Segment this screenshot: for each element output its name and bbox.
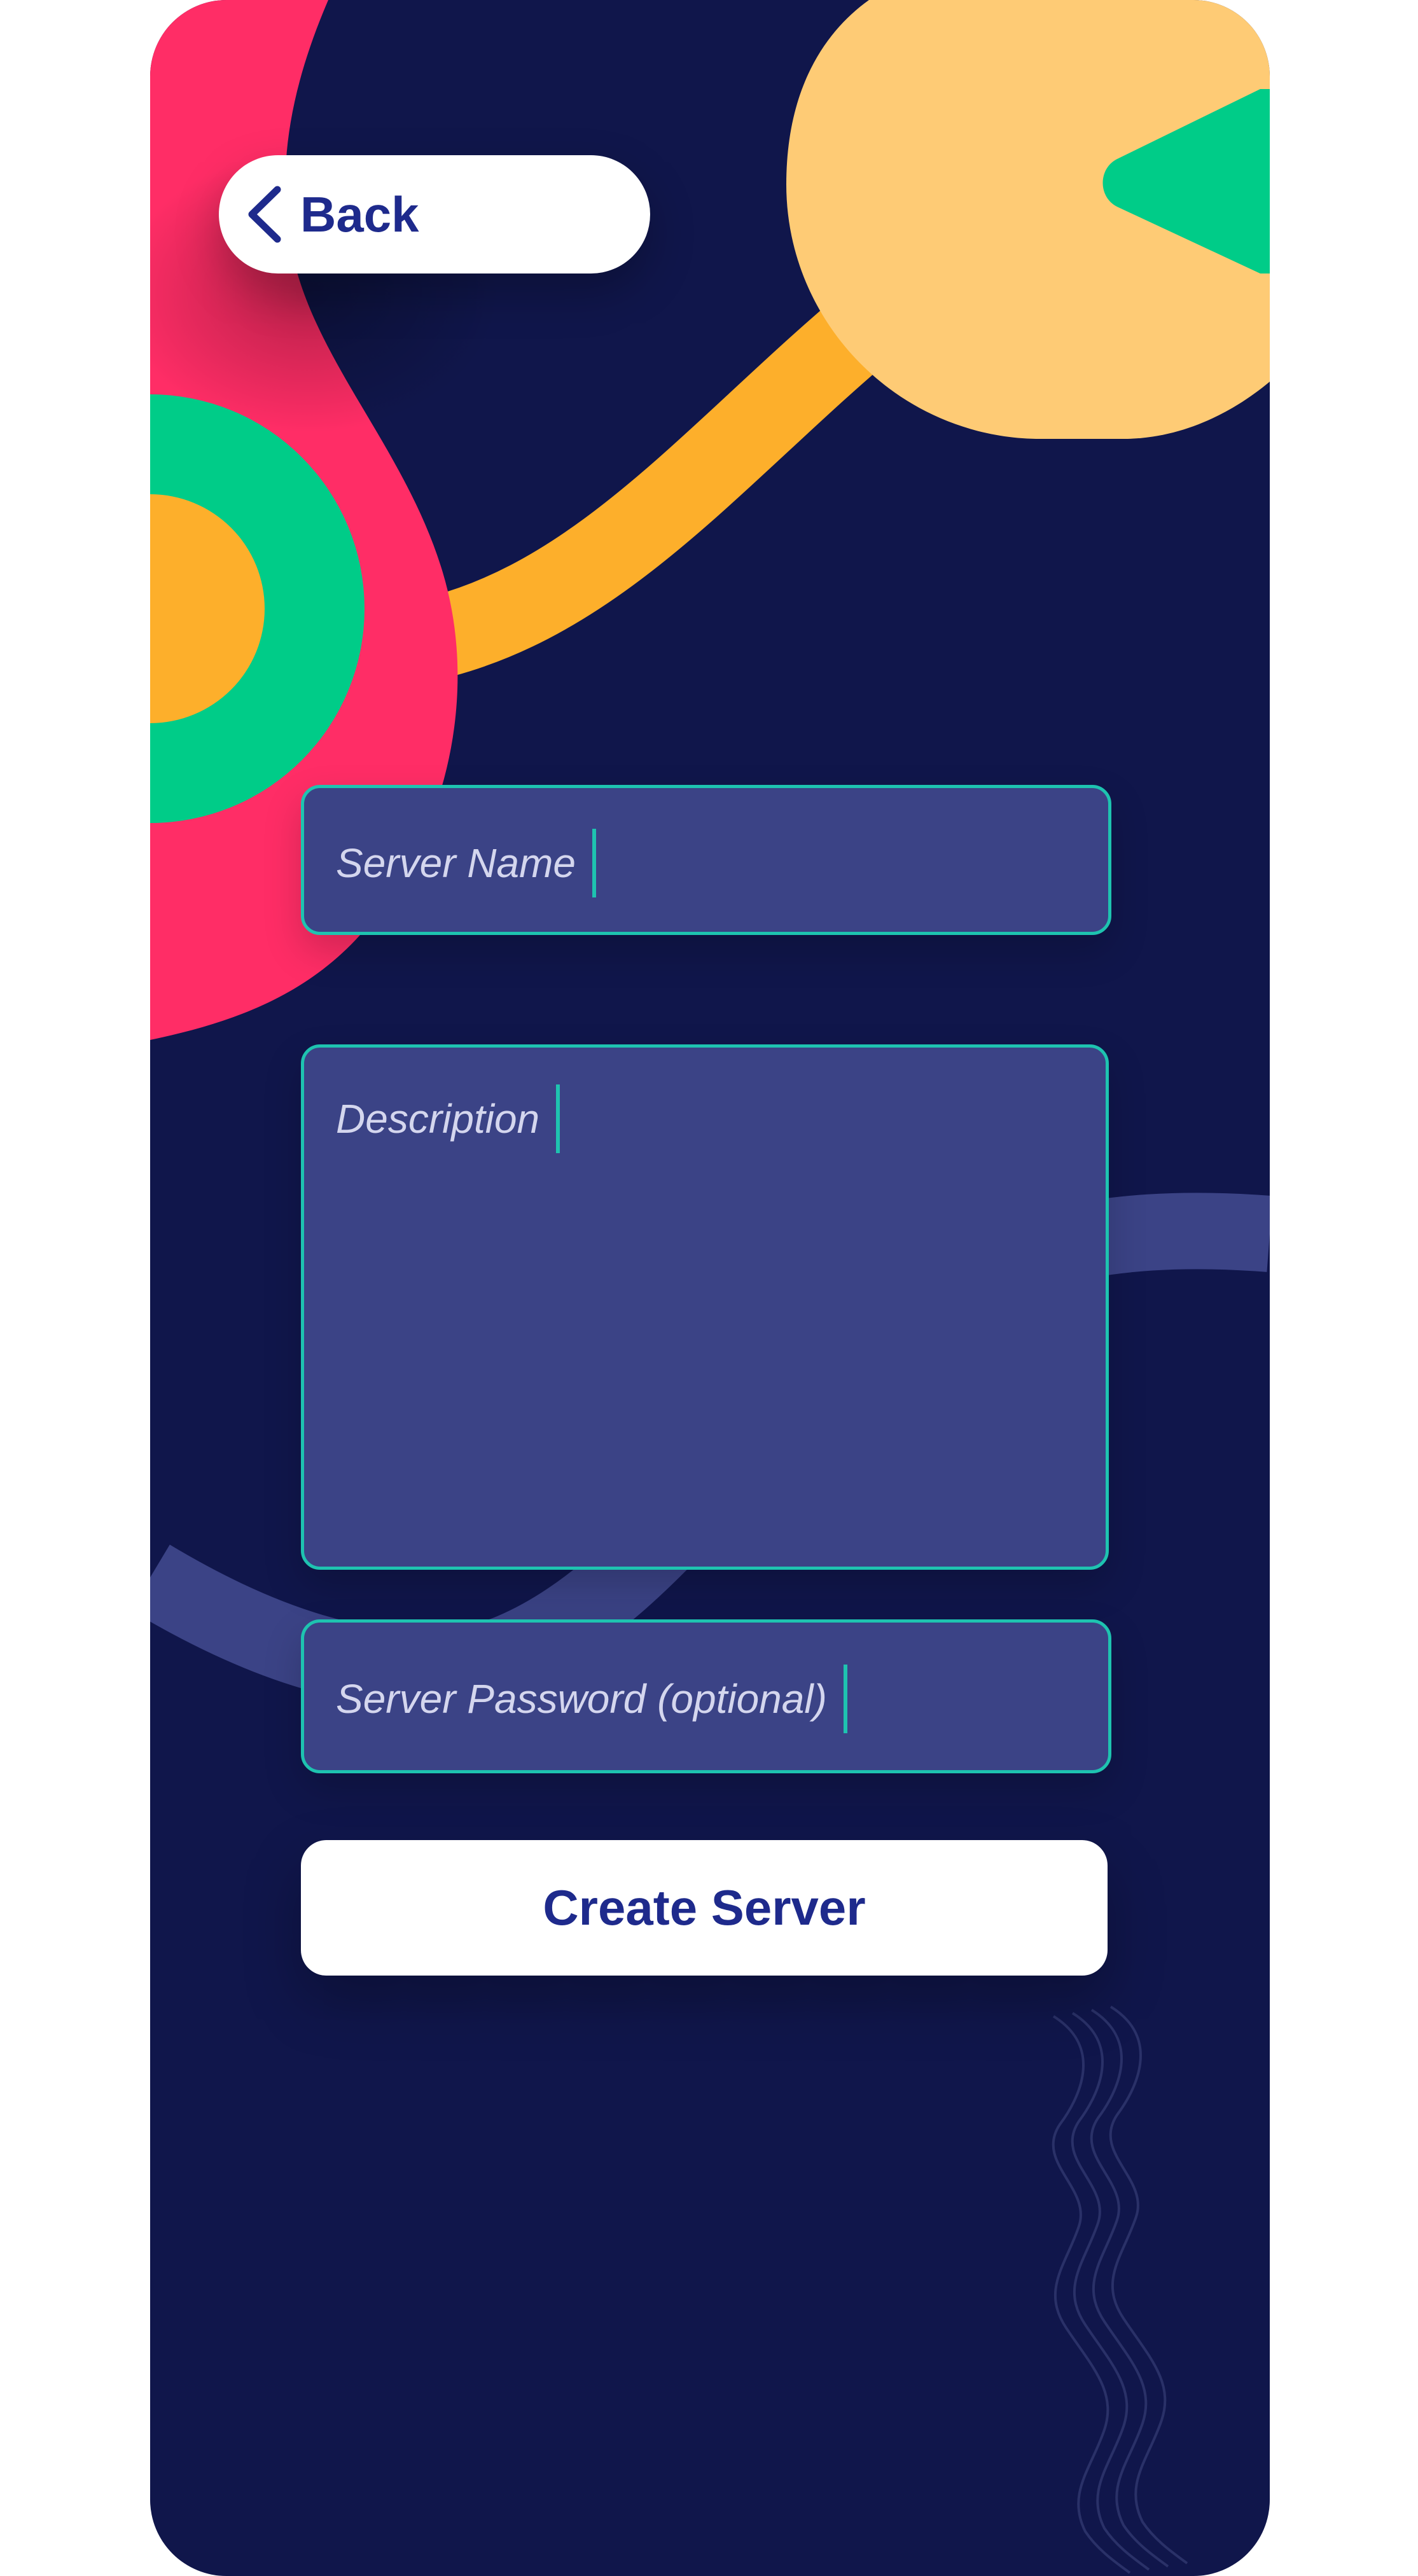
text-caret — [843, 1665, 847, 1733]
wavy-lines-decoration — [1052, 2005, 1188, 2574]
back-button[interactable]: Back — [219, 155, 650, 274]
description-placeholder: Description — [336, 1096, 540, 1142]
description-textarea[interactable]: Description — [301, 1044, 1109, 1570]
app-screen: Back Server Name Description Server Pass… — [150, 0, 1270, 2576]
chevron-left-icon — [248, 186, 281, 243]
text-caret — [556, 1084, 560, 1153]
server-password-placeholder: Server Password (optional) — [336, 1676, 827, 1722]
create-server-button[interactable]: Create Server — [301, 1840, 1108, 1976]
back-button-label: Back — [300, 186, 419, 242]
server-name-placeholder: Server Name — [336, 840, 576, 886]
server-name-input[interactable]: Server Name — [301, 785, 1111, 935]
create-server-label: Create Server — [543, 1880, 866, 1935]
text-caret — [592, 829, 596, 897]
server-password-input[interactable]: Server Password (optional) — [301, 1619, 1111, 1773]
